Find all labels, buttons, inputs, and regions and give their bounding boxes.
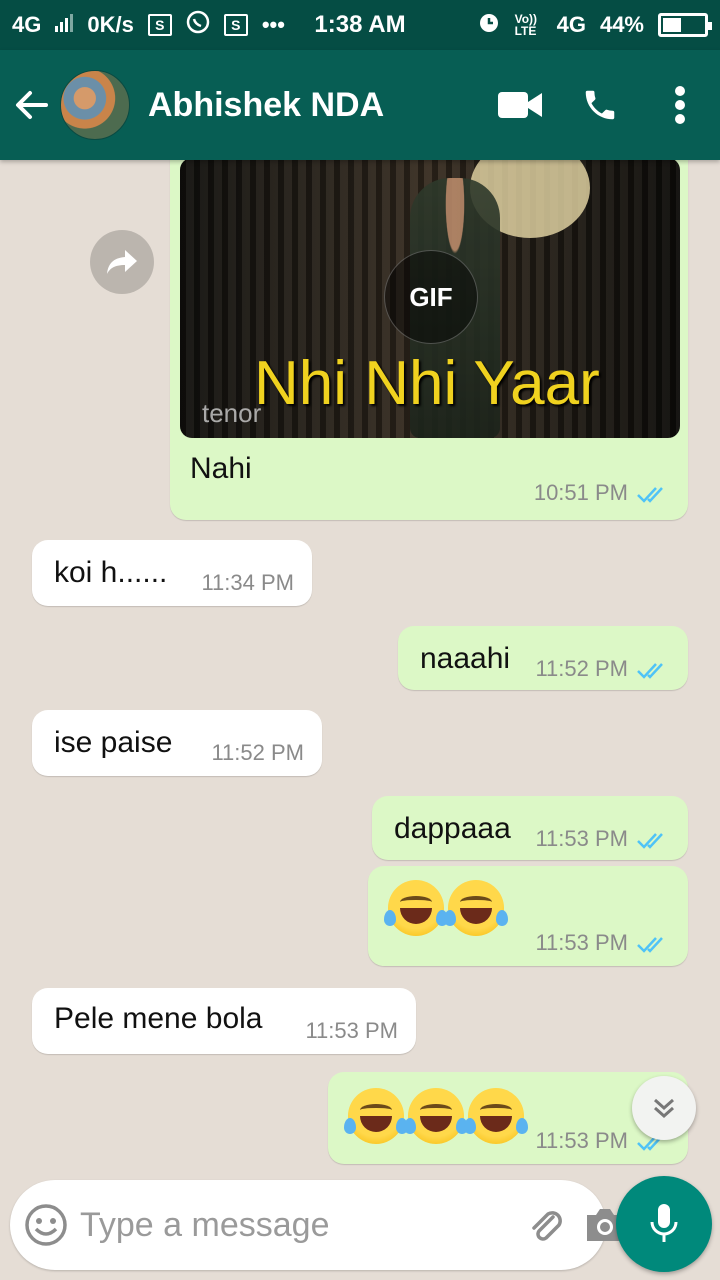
message-incoming[interactable]: Pele mene bola 11:53 PM (32, 988, 416, 1054)
attach-icon[interactable] (523, 1195, 567, 1255)
status-bar: 4G 0K/s S S ••• 1:38 AM Vo)) LTE 4G 44% (0, 0, 720, 50)
network-speed: 0K/s (87, 12, 134, 37)
message-time: 11:53 PM (535, 930, 628, 955)
volte-label: Vo)) LTE (514, 12, 538, 38)
message-meta: 11:53 PM (305, 1018, 398, 1044)
face-with-tears-of-joy-icon (384, 880, 448, 936)
message-meta: 11:53 PM (535, 826, 670, 852)
face-with-tears-of-joy-icon (344, 1088, 408, 1144)
message-composer (10, 1180, 623, 1270)
message-text: ise paise (54, 726, 173, 759)
message-meta: 11:53 PM (535, 930, 670, 956)
message-text: dappaaa (394, 812, 511, 845)
message-time: 10:51 PM (533, 480, 628, 505)
mic-icon (650, 1204, 678, 1242)
gif-caption: Nhi Nhi Yaar (254, 349, 600, 418)
message-outgoing[interactable]: dappaaa 11:53 PM (372, 796, 688, 860)
message-input[interactable] (80, 1195, 523, 1255)
phone-icon[interactable] (560, 65, 640, 145)
whatsapp-icon (186, 10, 210, 40)
battery-icon (658, 13, 712, 37)
gif-preview[interactable]: GIF Nhi Nhi Yaar tenor (180, 160, 680, 438)
message-time: 11:52 PM (535, 656, 628, 681)
contact-name[interactable]: Abhishek NDA (148, 86, 480, 125)
alarm-icon (477, 10, 501, 40)
read-ticks-icon (636, 830, 670, 849)
gif-play-badge[interactable]: GIF (384, 250, 478, 344)
battery-percent: 44% (599, 12, 644, 37)
chat-area[interactable]: GIF Nhi Nhi Yaar tenor Nahi 10:51 PM koi… (0, 160, 720, 1180)
more-notifications-icon: ••• (261, 12, 285, 37)
message-time: 11:53 PM (305, 1018, 398, 1043)
message-text: Nahi (190, 452, 252, 485)
back-arrow-icon[interactable] (14, 75, 58, 135)
read-ticks-icon (636, 484, 670, 503)
read-ticks-icon (636, 934, 670, 953)
more-vert-icon[interactable] (640, 65, 720, 145)
video-call-icon[interactable] (480, 65, 560, 145)
message-meta: 11:52 PM (211, 740, 304, 766)
status-right: Vo)) LTE 4G 44% (477, 10, 712, 40)
message-time: 11:53 PM (535, 826, 628, 851)
message-gif[interactable]: GIF Nhi Nhi Yaar tenor Nahi 10:51 PM (170, 160, 688, 520)
message-emoji[interactable]: 11:53 PM (368, 866, 688, 966)
read-ticks-icon (636, 660, 670, 679)
message-text: naaahi (420, 642, 511, 675)
message-outgoing[interactable]: naaahi 11:52 PM (398, 626, 688, 690)
signal-icon (55, 12, 74, 38)
status-left: 4G 0K/s S S ••• (12, 10, 285, 40)
message-text: koi h...... (54, 556, 168, 589)
sim-icon-2: S (223, 14, 248, 36)
face-with-tears-of-joy-icon (464, 1088, 528, 1144)
message-time: 11:52 PM (211, 740, 304, 765)
face-with-tears-of-joy-icon (444, 880, 508, 936)
emoji-row (344, 1088, 528, 1144)
emoji-row (384, 880, 508, 936)
network-left: 4G (12, 12, 42, 37)
network-right: 4G (556, 12, 586, 37)
message-meta: 11:34 PM (201, 570, 294, 596)
emoji-icon[interactable] (24, 1195, 68, 1255)
message-meta: 10:51 PM (534, 480, 670, 506)
double-chevron-down-icon (654, 1098, 674, 1119)
forward-icon[interactable] (90, 230, 154, 294)
gif-source-label: tenor (202, 398, 262, 428)
contact-avatar[interactable] (60, 70, 130, 140)
message-incoming[interactable]: ise paise 11:52 PM (32, 710, 322, 776)
scroll-to-bottom-button[interactable] (632, 1076, 696, 1140)
message-incoming[interactable]: koi h...... 11:34 PM (32, 540, 312, 606)
chat-header: Abhishek NDA (0, 50, 720, 160)
sim-icon: S (147, 14, 172, 36)
message-time: 11:34 PM (201, 570, 294, 595)
message-meta: 11:52 PM (535, 656, 670, 682)
message-text: Pele mene bola (54, 1002, 263, 1035)
face-with-tears-of-joy-icon (404, 1088, 468, 1144)
mic-button[interactable] (616, 1176, 712, 1272)
message-time: 11:53 PM (535, 1128, 628, 1153)
